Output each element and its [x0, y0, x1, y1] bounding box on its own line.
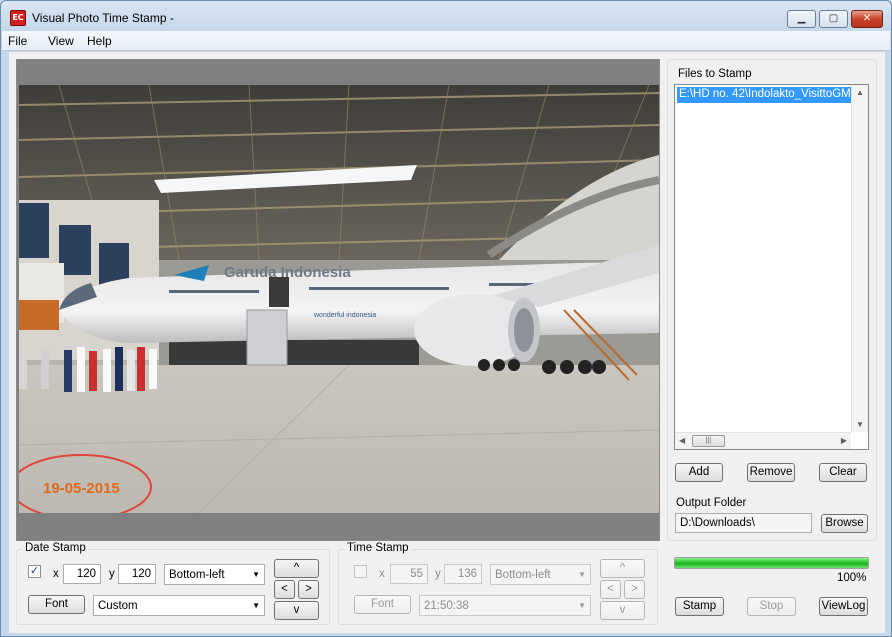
date-format-value: Custom	[98, 600, 138, 612]
time-x-input[interactable]: 55	[390, 564, 428, 584]
files-horizontal-scrollbar[interactable]: ◀ ||| ▶	[675, 432, 851, 449]
time-stamp-label: Time Stamp	[345, 542, 411, 554]
output-folder-label: Output Folder	[676, 497, 747, 509]
viewlog-button[interactable]: ViewLog	[819, 597, 868, 616]
menu-help[interactable]: Help	[87, 34, 112, 48]
time-nudge-left-button[interactable]: <	[600, 580, 621, 599]
title-bar[interactable]: EC Visual Photo Time Stamp - ▁ ▢ ✕	[1, 1, 891, 31]
add-files-button[interactable]: Add	[675, 463, 723, 482]
photo-preview: Garuda Indonesia wonderful indonesia 19-…	[19, 85, 659, 513]
date-stamp-group: Date Stamp ✓ x 120 y 120 Bottom-left ▼ ^…	[16, 542, 330, 625]
date-font-button[interactable]: Font	[28, 595, 85, 614]
time-stamp-checkbox[interactable]	[354, 565, 367, 578]
menu-file[interactable]: File	[8, 34, 27, 48]
date-nudge-up-button[interactable]: ^	[274, 559, 319, 578]
date-stamp-overlay: 19-05-2015	[43, 480, 120, 497]
time-y-input[interactable]: 136	[444, 564, 482, 584]
chevron-down-icon: ▼	[252, 601, 260, 610]
date-format-select[interactable]: Custom ▼	[93, 595, 265, 616]
time-position-value: Bottom-left	[495, 569, 551, 581]
close-button[interactable]: ✕	[851, 10, 883, 28]
date-x-label: x	[53, 568, 59, 580]
app-icon: EC	[10, 10, 26, 26]
remove-file-button[interactable]: Remove	[747, 463, 795, 482]
time-nudge-up-button[interactable]: ^	[600, 559, 645, 578]
chevron-down-icon: ▼	[578, 570, 586, 579]
date-stamp-checkbox[interactable]: ✓	[28, 565, 41, 578]
date-x-input[interactable]: 120	[63, 564, 101, 584]
files-listbox[interactable]: E:\HD no. 42\Indolakto_VisittoGMFAeroAsi…	[674, 84, 869, 450]
date-stamp-label: Date Stamp	[23, 542, 88, 554]
photo-preview-panel: Garuda Indonesia wonderful indonesia 19-…	[16, 59, 660, 541]
chevron-down-icon: ▼	[252, 570, 260, 579]
files-vertical-scrollbar[interactable]: ▲ ▼	[851, 85, 868, 432]
time-format-select[interactable]: 21:50:38 ▼	[419, 595, 591, 616]
date-nudge-down-button[interactable]: v	[274, 601, 319, 620]
stamp-button[interactable]: Stamp	[675, 597, 724, 616]
progress-bar	[674, 557, 869, 569]
date-y-label: y	[109, 568, 115, 580]
output-folder-field[interactable]: D:\Downloads\	[675, 513, 812, 533]
clear-files-button[interactable]: Clear	[819, 463, 867, 482]
date-position-value: Bottom-left	[169, 569, 225, 581]
time-format-value: 21:50:38	[424, 600, 469, 612]
browse-button[interactable]: Browse	[821, 514, 868, 533]
scroll-right-icon[interactable]: ▶	[841, 436, 847, 445]
tail-text: wonderful indonesia	[313, 312, 376, 319]
scroll-down-icon[interactable]: ▼	[856, 420, 864, 429]
client-area: Garuda Indonesia wonderful indonesia 19-…	[9, 52, 885, 633]
progress-fill	[675, 558, 868, 568]
date-position-select[interactable]: Bottom-left ▼	[164, 564, 265, 585]
menu-view[interactable]: View	[48, 34, 74, 48]
scroll-left-icon[interactable]: ◀	[679, 436, 685, 445]
app-window: EC Visual Photo Time Stamp - ▁ ▢ ✕ File …	[0, 0, 892, 637]
chevron-down-icon: ▼	[578, 601, 586, 610]
time-position-select[interactable]: Bottom-left ▼	[490, 564, 591, 585]
horizontal-scroll-thumb[interactable]: |||	[692, 435, 725, 447]
time-nudge-right-button[interactable]: >	[624, 580, 645, 599]
time-stamp-group: Time Stamp x 55 y 136 Bottom-left ▼ ^ < …	[338, 542, 658, 625]
time-x-label: x	[379, 568, 385, 580]
file-list-item[interactable]: E:\HD no. 42\Indolakto_VisittoGMFAeroAsi…	[677, 87, 852, 103]
date-y-input[interactable]: 120	[118, 564, 156, 584]
date-nudge-right-button[interactable]: >	[298, 580, 319, 599]
maximize-button[interactable]: ▢	[819, 10, 848, 28]
minimize-button[interactable]: ▁	[787, 10, 816, 28]
stop-button[interactable]: Stop	[747, 597, 796, 616]
time-y-label: y	[435, 568, 441, 580]
hangar-photo: Garuda Indonesia wonderful indonesia 19-…	[19, 85, 659, 513]
time-font-button[interactable]: Font	[354, 595, 411, 614]
time-nudge-down-button[interactable]: v	[600, 601, 645, 620]
progress-percent: 100%	[837, 572, 867, 584]
window-title: Visual Photo Time Stamp -	[32, 11, 174, 25]
scroll-up-icon[interactable]: ▲	[856, 88, 864, 97]
files-to-stamp-label: Files to Stamp	[678, 68, 752, 80]
date-nudge-left-button[interactable]: <	[274, 580, 295, 599]
menu-bar: File View Help	[2, 31, 890, 51]
